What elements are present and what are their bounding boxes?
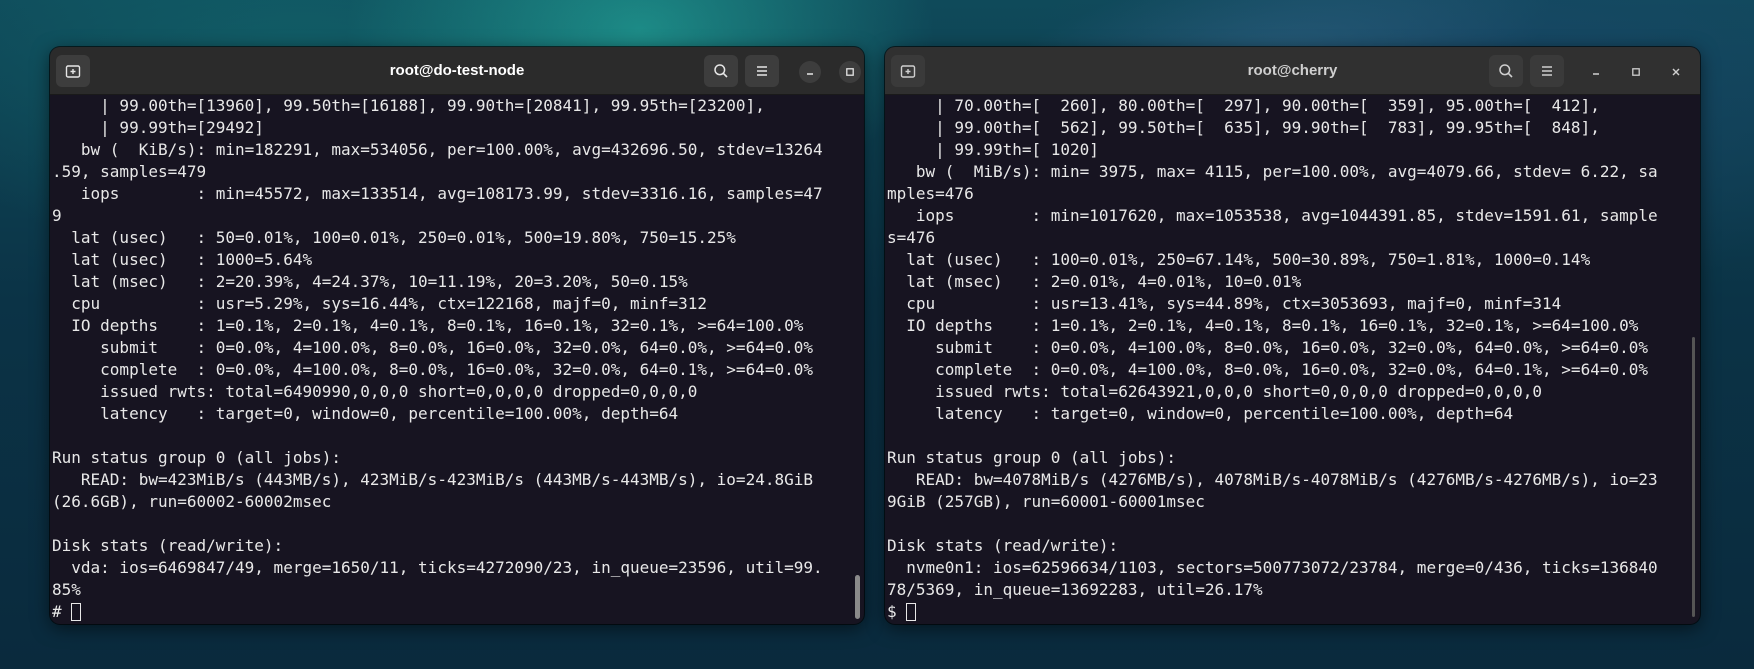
terminal-window-right[interactable]: root@cherry | 70.00th=[260], 80.00th=[… bbox=[885, 47, 1700, 624]
terminal-line: cpu : usr=13.41%, sys=44.89%, ctx=305369… bbox=[887, 294, 1562, 313]
terminal-line: (26.6GB), run=60002-60002msec bbox=[52, 492, 332, 511]
terminal-line: | 99.00th=[13960], 99.50th=[16188], 99.9… bbox=[52, 96, 765, 115]
terminal-line: | 99.99th=[29492] bbox=[52, 118, 264, 137]
text-cursor bbox=[71, 603, 82, 621]
maximize-icon bbox=[1632, 68, 1640, 76]
prompt-line[interactable]: # bbox=[52, 601, 864, 623]
terminal-line: lat (msec) : 2=0.01%, 4=0.01%, 10=0.01% bbox=[887, 272, 1302, 291]
shell-prompt: $ bbox=[887, 602, 907, 621]
terminal-line: latency : target=0, window=0, percentile… bbox=[887, 404, 1514, 423]
terminal-line: 9GiB (257GB), run=60001-60001msec bbox=[887, 492, 1205, 511]
terminal-line: iops : min=1017620, max=1053538, avg=104… bbox=[887, 206, 1658, 225]
terminal-line: READ: bw=423MiB/s (443MB/s), 423MiB/s-42… bbox=[52, 470, 813, 489]
search-button[interactable] bbox=[1489, 55, 1523, 87]
titlebar[interactable]: root@do-test-node bbox=[50, 47, 864, 95]
terminal-line: Run status group 0 (all jobs): bbox=[52, 448, 341, 467]
titlebar[interactable]: root@cherry bbox=[885, 47, 1700, 95]
terminal-line: READ: bw=4078MiB/s (4276MB/s), 4078MiB/s… bbox=[887, 470, 1658, 489]
scrollbar[interactable] bbox=[1692, 337, 1695, 617]
terminal-line: 9 bbox=[52, 206, 62, 225]
window-title: root@cherry bbox=[1247, 62, 1338, 79]
terminal-line: lat (msec) : 2=20.39%, 4=24.37%, 10=11.1… bbox=[52, 272, 688, 291]
close-button[interactable] bbox=[1665, 61, 1687, 83]
maximize-button[interactable] bbox=[1625, 61, 1647, 83]
scrollbar[interactable] bbox=[855, 575, 860, 619]
terminal-line: submit : 0=0.0%, 4=100.0%, 8=0.0%, 16=0.… bbox=[887, 338, 1648, 357]
terminal-line: Disk stats (read/write): bbox=[887, 536, 1119, 555]
terminal-line: bw ( KiB/s): min=182291, max=534056, per… bbox=[52, 140, 823, 159]
terminal-line: s=476 bbox=[887, 228, 936, 247]
terminal-output[interactable]: | 70.00th=[ 260], 80.00th=[ 297], 90.00t… bbox=[885, 95, 1700, 624]
terminal-line: cpu : usr=5.29%, sys=16.44%, ctx=122168,… bbox=[52, 294, 708, 313]
window-title: root@do-test-node bbox=[389, 62, 525, 79]
terminal-line: lat (usec) : 100=0.01%, 250=67.14%, 500=… bbox=[887, 250, 1591, 269]
terminal-line: nvme0n1: ios=62596634/1103, sectors=5007… bbox=[887, 558, 1658, 577]
minimize-icon bbox=[1593, 73, 1599, 75]
terminal-line: | 99.99th=[ 1020] bbox=[887, 140, 1099, 159]
terminal-output[interactable]: | 99.00th=[13960], 99.50th=[16188], 99.9… bbox=[50, 95, 864, 624]
terminal-line: issued rwts: total=6490990,0,0,0 short=0… bbox=[52, 382, 698, 401]
minimize-button[interactable] bbox=[1585, 61, 1607, 83]
search-button[interactable] bbox=[704, 55, 738, 87]
terminal-line: complete : 0=0.0%, 4=100.0%, 8=0.0%, 16=… bbox=[52, 360, 813, 379]
hamburger-menu-icon bbox=[1542, 66, 1552, 76]
minimize-icon bbox=[807, 73, 813, 75]
terminal-line: IO depths : 1=0.1%, 2=0.1%, 4=0.1%, 8=0.… bbox=[887, 316, 1639, 335]
close-icon bbox=[1672, 68, 1680, 76]
shell-prompt: # bbox=[52, 602, 72, 621]
menu-button[interactable] bbox=[1530, 55, 1564, 87]
terminal-line: iops : min=45572, max=133514, avg=108173… bbox=[52, 184, 823, 203]
text-cursor bbox=[906, 603, 917, 621]
terminal-line: bw ( MiB/s): min= 3975, max= 4115, per=1… bbox=[887, 162, 1658, 181]
terminal-line: lat (usec) : 50=0.01%, 100=0.01%, 250=0.… bbox=[52, 228, 736, 247]
terminal-line: IO depths : 1=0.1%, 2=0.1%, 4=0.1%, 8=0.… bbox=[52, 316, 804, 335]
search-icon bbox=[1499, 64, 1513, 78]
terminal-line: | 70.00th=[ 260], 80.00th=[ 297], 90.00t… bbox=[887, 96, 1600, 115]
terminal-line: complete : 0=0.0%, 4=100.0%, 8=0.0%, 16=… bbox=[887, 360, 1648, 379]
terminal-line: lat (usec) : 1000=5.64% bbox=[52, 250, 313, 269]
terminal-line: .59, samples=479 bbox=[52, 162, 207, 181]
prompt-line[interactable]: $ bbox=[887, 601, 1700, 623]
terminal-line: Run status group 0 (all jobs): bbox=[887, 448, 1176, 467]
terminal-line: issued rwts: total=62643921,0,0,0 short=… bbox=[887, 382, 1543, 401]
maximize-icon bbox=[846, 68, 854, 76]
search-icon bbox=[714, 64, 728, 78]
terminal-line: 78/5369, in_queue=13692283, util=26.17% bbox=[887, 580, 1263, 599]
menu-button[interactable] bbox=[745, 55, 779, 87]
terminal-line: submit : 0=0.0%, 4=100.0%, 8=0.0%, 16=0.… bbox=[52, 338, 813, 357]
terminal-line: | 99.00th=[ 562], 99.50th=[ 635], 99.90t… bbox=[887, 118, 1600, 137]
maximize-button[interactable] bbox=[839, 61, 861, 83]
terminal-line: latency : target=0, window=0, percentile… bbox=[52, 404, 679, 423]
hamburger-menu-icon bbox=[757, 66, 767, 76]
minimize-button[interactable] bbox=[799, 61, 821, 83]
terminal-line: vda: ios=6469847/49, merge=1650/11, tick… bbox=[52, 558, 823, 577]
terminal-line: 85% bbox=[52, 580, 81, 599]
terminal-window-left[interactable]: root@do-test-node | 99.00th=[13960], 99.… bbox=[50, 47, 864, 624]
terminal-line: Disk stats (read/write): bbox=[52, 536, 284, 555]
terminal-line: mples=476 bbox=[887, 184, 974, 203]
